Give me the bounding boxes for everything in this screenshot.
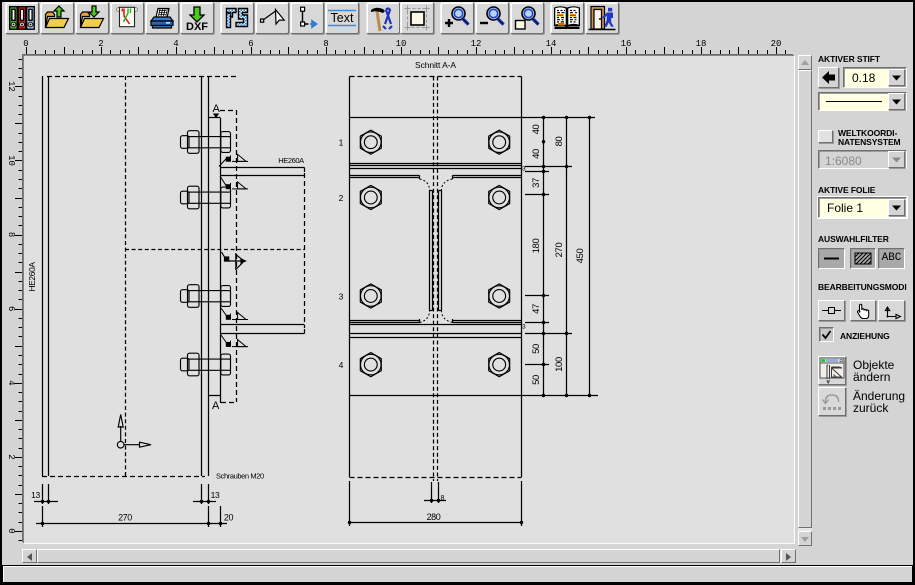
- svg-text:10: 10: [396, 39, 407, 49]
- svg-text:8: 8: [323, 39, 328, 49]
- svg-text:DXF: DXF: [186, 21, 208, 32]
- svg-text:40: 40: [531, 125, 542, 135]
- svg-text:8: 8: [441, 495, 445, 502]
- svg-text:12: 12: [471, 39, 482, 49]
- svg-text:37: 37: [531, 178, 542, 188]
- svg-text:HE260A: HE260A: [278, 156, 304, 165]
- svg-text:40: 40: [531, 149, 542, 159]
- svg-text:50: 50: [531, 344, 542, 354]
- svg-text:20: 20: [224, 513, 234, 523]
- svg-text:13: 13: [31, 490, 40, 500]
- svg-text:A: A: [212, 400, 220, 412]
- svg-text:270: 270: [118, 513, 132, 523]
- svg-text:HE260A: HE260A: [27, 262, 37, 292]
- svg-text:1: 1: [339, 138, 344, 148]
- svg-text:2: 2: [6, 454, 16, 459]
- svg-text:6: 6: [248, 39, 253, 49]
- svg-text:4: 4: [6, 380, 16, 385]
- svg-text:270: 270: [554, 243, 565, 258]
- svg-text:0: 0: [6, 528, 16, 533]
- svg-text:A: A: [213, 103, 221, 115]
- svg-text:8: 8: [6, 232, 16, 237]
- svg-text:4: 4: [173, 39, 178, 49]
- svg-text:450: 450: [575, 249, 586, 264]
- svg-text:80: 80: [554, 137, 565, 147]
- svg-text:Schnitt A-A: Schnitt A-A: [415, 60, 456, 70]
- svg-text:6: 6: [6, 306, 16, 311]
- svg-text:2: 2: [98, 39, 103, 49]
- svg-text:13: 13: [211, 490, 220, 500]
- svg-text:2: 2: [339, 193, 344, 203]
- svg-text:100: 100: [554, 357, 565, 372]
- svg-text:0: 0: [23, 39, 28, 49]
- svg-text:12: 12: [6, 81, 16, 92]
- svg-text:Text: Text: [331, 11, 354, 25]
- svg-text:3: 3: [522, 324, 526, 331]
- svg-text:16: 16: [621, 39, 632, 49]
- svg-text:10: 10: [6, 155, 16, 166]
- svg-text:14: 14: [546, 39, 557, 49]
- svg-text:18: 18: [696, 39, 707, 49]
- svg-text:3: 3: [339, 292, 344, 302]
- svg-text:50: 50: [531, 375, 542, 385]
- svg-text:180: 180: [531, 239, 542, 254]
- svg-text:20: 20: [771, 39, 782, 49]
- svg-text:4: 4: [339, 360, 344, 370]
- svg-text:280: 280: [427, 512, 441, 522]
- svg-text:47: 47: [531, 304, 542, 314]
- svg-text:Schrauben M20: Schrauben M20: [216, 472, 264, 481]
